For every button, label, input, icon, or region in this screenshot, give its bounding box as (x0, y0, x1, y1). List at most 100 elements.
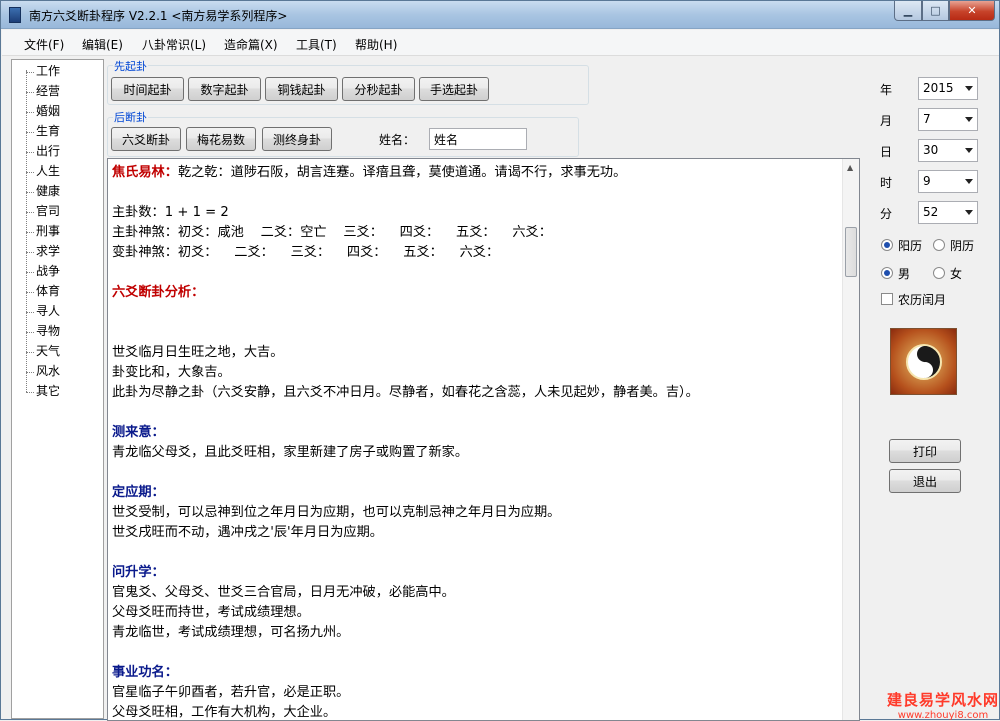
female-label: 女 (950, 267, 963, 281)
tree-item[interactable]: 人生 (36, 163, 60, 179)
tree-item[interactable]: 婚姻 (36, 103, 60, 119)
lunar-label: 阴历 (950, 239, 975, 253)
month-value: 7 (923, 112, 931, 126)
minute-second-divination-button[interactable]: 分秒起卦 (342, 77, 415, 101)
male-label: 男 (898, 267, 911, 281)
tree-branch-line (26, 212, 34, 213)
tree-item[interactable]: 风水 (36, 363, 60, 379)
tree-item[interactable]: 天气 (36, 343, 60, 359)
scrollbar-thumb[interactable] (845, 227, 857, 277)
result-line: 世爻戌旺而不动，遇冲戌之'辰'年月日为应期。 (112, 525, 383, 540)
solar-radio[interactable] (881, 239, 893, 251)
result-line: 官鬼爻、父母爻、世爻三合官局，日月无冲破，必能高中。 (112, 585, 455, 600)
month-select[interactable]: 7 (918, 108, 978, 131)
result-text: 乾之乾：道陟石阪，胡言连蹇。译瘖且聋，莫使道通。请谒不行，求事无功。 (177, 165, 627, 180)
hour-select[interactable]: 9 (918, 170, 978, 193)
result-heading: 焦氏易林： (112, 165, 178, 180)
tree-item[interactable]: 其它 (36, 383, 60, 399)
lifetime-divination-button[interactable]: 测终身卦 (262, 127, 332, 151)
tree-branch-line (26, 292, 34, 293)
app-icon (9, 7, 21, 23)
tree-branch-line (26, 112, 34, 113)
number-divination-button[interactable]: 数字起卦 (188, 77, 261, 101)
tree-branch-line (26, 172, 34, 173)
leap-month-checkbox[interactable] (881, 293, 893, 305)
result-line: 世爻临月日生旺之地，大吉。 (112, 345, 284, 360)
tree-item[interactable]: 出行 (36, 143, 60, 159)
result-line: 测来意： (112, 425, 165, 440)
menu-bar: 文件(F) 编辑(E) 八卦常识(L) 造命篇(X) 工具(T) 帮助(H) (2, 30, 999, 56)
menu-bagua[interactable]: 八卦常识(L) (142, 36, 206, 53)
close-button[interactable]: ✕ (949, 1, 995, 21)
result-line: 此卦为尽静之卦（六爻安静，且六爻不冲日月。尽静者，如春花之含蕊，人未见起妙，静者… (112, 385, 699, 400)
menu-edit[interactable]: 编辑(E) (82, 36, 123, 53)
day-select[interactable]: 30 (918, 139, 978, 162)
divination-group-label: 先起卦 (113, 58, 148, 74)
result-line: 焦氏易林：乾之乾：道陟石阪，胡言连蹇。译瘖且聋，莫使道通。请谒不行，求事无功。 (112, 163, 626, 183)
taiji-logo (890, 328, 957, 395)
tree-item[interactable]: 寻人 (36, 303, 60, 319)
tree-branch-line (26, 392, 34, 393)
menu-help[interactable]: 帮助(H) (355, 36, 397, 53)
manual-divination-button[interactable]: 手选起卦 (419, 77, 489, 101)
tree-guide-line (26, 70, 27, 392)
lunar-radio[interactable] (933, 239, 945, 251)
tree-item[interactable]: 求学 (36, 243, 60, 259)
hour-value: 9 (923, 174, 931, 188)
watermark-title: 建良易学风水网 (887, 691, 1000, 709)
name-input[interactable] (429, 128, 527, 150)
app-window: 南方六爻断卦程序 V2.2.1 <南方易学系列程序> ▁ □ ✕ 文件(F) 编… (0, 0, 1000, 721)
minute-label: 分 (880, 207, 893, 221)
result-line: 六爻断卦分析： (112, 285, 205, 300)
tree-branch-line (26, 372, 34, 373)
liuyao-interpret-button[interactable]: 六爻断卦 (111, 127, 181, 151)
tree-item[interactable]: 官司 (36, 203, 60, 219)
result-line: 主卦数：1 + 1 = 2 (112, 205, 229, 220)
tree-item[interactable]: 经营 (36, 83, 60, 99)
tree-branch-line (26, 72, 34, 73)
tree-item[interactable]: 生育 (36, 123, 60, 139)
tree-branch-line (26, 232, 34, 233)
chevron-down-icon (965, 117, 973, 122)
chevron-down-icon (965, 179, 973, 184)
print-button[interactable]: 打印 (889, 439, 961, 463)
result-line: 事业功名： (112, 665, 178, 680)
minimize-button[interactable]: ▁ (894, 1, 922, 21)
tree-item[interactable]: 刑事 (36, 223, 60, 239)
yin-yang-icon (905, 343, 942, 380)
tree-item[interactable]: 健康 (36, 183, 60, 199)
title-bar[interactable]: 南方六爻断卦程序 V2.2.1 <南方易学系列程序> ▁ □ ✕ (1, 1, 999, 29)
result-line: 主卦神煞：初爻：咸池 二爻：空亡 三爻： 四爻： 五爻： 六爻： (112, 225, 552, 240)
meihua-button[interactable]: 梅花易数 (186, 127, 256, 151)
female-radio[interactable] (933, 267, 945, 279)
coin-divination-button[interactable]: 铜钱起卦 (265, 77, 338, 101)
watermark: 建良易学风水网 www.zhouyi8.com (887, 689, 999, 721)
result-text-area[interactable]: 焦氏易林：乾之乾：道陟石阪，胡言连蹇。译瘖且聋，莫使道通。请谒不行，求事无功。主… (107, 158, 860, 721)
name-label: 姓名： (379, 133, 416, 147)
menu-file[interactable]: 文件(F) (24, 36, 64, 53)
result-line: 父母爻旺相，工作有大机构，大企业。 (112, 705, 337, 720)
tree-item[interactable]: 工作 (36, 63, 60, 79)
result-line: 青龙临父母爻，且此爻旺相，家里新建了房子或购置了新家。 (112, 445, 469, 460)
maximize-button[interactable]: □ (922, 1, 949, 21)
scroll-up-icon[interactable]: ▲ (847, 163, 853, 172)
menu-zaoming[interactable]: 造命篇(X) (224, 36, 278, 53)
male-radio[interactable] (881, 267, 893, 279)
vertical-scrollbar[interactable]: ▲ (842, 159, 859, 720)
chevron-down-icon (965, 148, 973, 153)
minute-select[interactable]: 52 (918, 201, 978, 224)
year-select[interactable]: 2015 (918, 77, 978, 100)
window-title: 南方六爻断卦程序 V2.2.1 <南方易学系列程序> (29, 9, 288, 23)
result-line: 定应期： (112, 485, 165, 500)
exit-button[interactable]: 退出 (889, 469, 961, 493)
tree-item[interactable]: 寻物 (36, 323, 60, 339)
tree-item[interactable]: 体育 (36, 283, 60, 299)
chevron-down-icon (965, 86, 973, 91)
tree-item[interactable]: 战争 (36, 263, 60, 279)
leap-month-label: 农历闰月 (898, 293, 947, 307)
menu-tools[interactable]: 工具(T) (296, 36, 337, 53)
month-label: 月 (880, 114, 893, 128)
result-line: 卦变比和，大象吉。 (112, 365, 231, 380)
day-label: 日 (880, 145, 893, 159)
time-divination-button[interactable]: 时间起卦 (111, 77, 184, 101)
